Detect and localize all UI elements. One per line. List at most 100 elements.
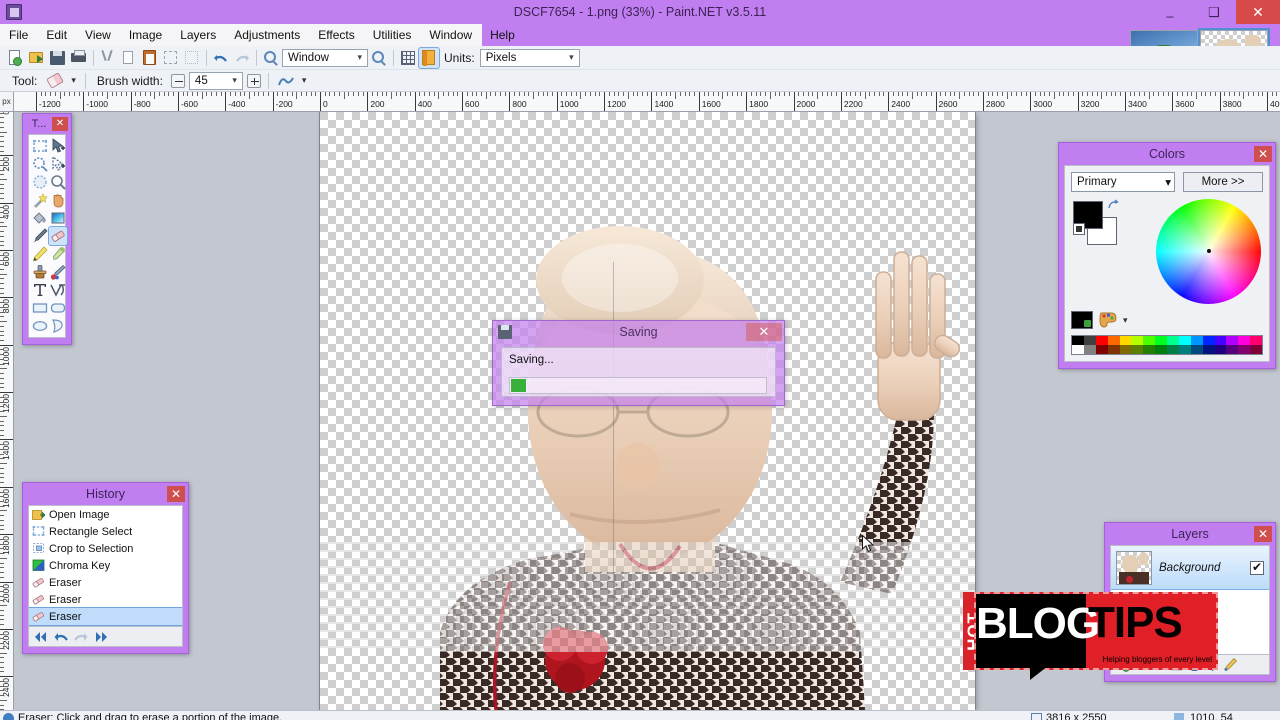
image-canvas[interactable]: [320, 112, 975, 710]
move-selection-tool[interactable]: [49, 155, 67, 173]
deselect-all-icon[interactable]: [182, 48, 202, 68]
grid-icon[interactable]: [398, 48, 418, 68]
palette-swatch[interactable]: [1250, 336, 1262, 345]
menu-item-effects[interactable]: Effects: [309, 24, 363, 46]
rectangle-shape-tool[interactable]: [31, 299, 49, 317]
zoom-out-icon[interactable]: [261, 48, 281, 68]
ellipse-select-tool[interactable]: [31, 173, 49, 191]
units-combobox[interactable]: Pixels ▾: [479, 48, 580, 67]
palette-swatch[interactable]: [1119, 345, 1132, 354]
history-item-rectangle-select[interactable]: Rectangle Select: [29, 523, 182, 540]
menu-item-help[interactable]: Help: [481, 24, 524, 46]
pencil-tool[interactable]: [31, 245, 49, 263]
gradient-tool[interactable]: [49, 209, 67, 227]
palette-swatch[interactable]: [1202, 336, 1215, 345]
eraser-tool[interactable]: [48, 226, 68, 246]
palette-swatch[interactable]: [1167, 336, 1179, 345]
palette-swatch[interactable]: [1072, 345, 1084, 354]
tools-palette-close-button[interactable]: ✕: [52, 117, 68, 131]
tools-palette[interactable]: T... ✕: [22, 113, 72, 345]
menu-item-layers[interactable]: Layers: [171, 24, 225, 46]
palette-swatch[interactable]: [1226, 345, 1239, 354]
palette-swatch[interactable]: [1202, 345, 1215, 354]
undo-button[interactable]: [54, 631, 68, 643]
palette-dropdown-caret[interactable]: ▾: [1123, 315, 1128, 326]
rulers-icon[interactable]: [418, 46, 440, 69]
palette-swatch[interactable]: [1155, 336, 1167, 345]
history-item-chroma-key[interactable]: Chroma Key: [29, 557, 182, 574]
color-palette-swatches[interactable]: [1071, 335, 1263, 355]
antialiasing-dropdown-caret[interactable]: ▾: [300, 75, 309, 86]
new-file-icon[interactable]: [6, 48, 26, 68]
lasso-select-tool[interactable]: [31, 155, 49, 173]
alpha-icon[interactable]: [1071, 311, 1093, 329]
history-item-crop-to-selection[interactable]: Crop to Selection: [29, 540, 182, 557]
palette-swatch[interactable]: [1190, 336, 1203, 345]
eraser-icon[interactable]: [45, 71, 65, 91]
zoom-tool[interactable]: [49, 173, 67, 191]
menu-item-image[interactable]: Image: [120, 24, 171, 46]
palette-swatch[interactable]: [1167, 345, 1179, 354]
recolor-tool[interactable]: [49, 263, 67, 281]
brush-width-input[interactable]: 45 ▾: [188, 71, 243, 90]
color-picker-tool[interactable]: [49, 245, 67, 263]
text-tool[interactable]: [31, 281, 49, 299]
palette-swatch[interactable]: [1143, 336, 1156, 345]
clone-stamp-tool[interactable]: [31, 263, 49, 281]
history-item-eraser-1[interactable]: Eraser: [29, 574, 182, 591]
palette-swatch[interactable]: [1214, 336, 1227, 345]
brush-width-increase-button[interactable]: [246, 73, 261, 88]
history-item-open-image[interactable]: Open Image: [29, 506, 182, 523]
tool-dropdown-caret[interactable]: ▾: [69, 75, 78, 86]
freeform-shape-tool[interactable]: [49, 317, 67, 335]
color-mode-dropdown[interactable]: Primary ▾: [1071, 172, 1175, 192]
layers-palette-close-button[interactable]: ✕: [1254, 526, 1272, 542]
paint-bucket-tool[interactable]: [31, 209, 49, 227]
palette-swatch[interactable]: [1178, 345, 1191, 354]
antialiasing-icon[interactable]: [276, 71, 296, 91]
history-palette[interactable]: History ✕ Open Image Rectangle Select Cr…: [22, 482, 189, 654]
brush-width-decrease-button[interactable]: [170, 73, 185, 88]
palette-swatch[interactable]: [1143, 345, 1156, 354]
vertical-ruler[interactable]: 0 200 400 600 800 1000 1200 1400 1600 1800 2000 220…: [0, 112, 14, 710]
history-item-eraser-3[interactable]: Eraser: [29, 607, 182, 626]
magic-wand-tool[interactable]: [31, 191, 49, 209]
maximize-button[interactable]: ❑: [1192, 0, 1236, 24]
layer-properties-button[interactable]: [1223, 657, 1238, 672]
history-list[interactable]: Open Image Rectangle Select Crop to Sele…: [28, 505, 183, 627]
rectangle-select-tool[interactable]: [31, 137, 49, 155]
line-curve-tool[interactable]: [49, 281, 67, 299]
palette-swatch[interactable]: [1178, 336, 1191, 345]
undo-icon[interactable]: [211, 48, 231, 68]
rounded-rectangle-shape-tool[interactable]: [49, 299, 67, 317]
palette-swatch[interactable]: [1083, 336, 1096, 345]
swap-colors-icon[interactable]: [1107, 199, 1119, 211]
palette-swatch[interactable]: [1214, 345, 1227, 354]
move-selected-tool[interactable]: [49, 137, 67, 155]
menu-item-edit[interactable]: Edit: [37, 24, 76, 46]
palette-swatch[interactable]: [1131, 336, 1144, 345]
history-item-eraser-2[interactable]: Eraser: [29, 591, 182, 608]
menu-item-window[interactable]: Window: [420, 24, 481, 46]
palette-swatch[interactable]: [1095, 345, 1108, 354]
palette-swatch[interactable]: [1095, 336, 1108, 345]
palette-swatch[interactable]: [1226, 336, 1239, 345]
horizontal-ruler[interactable]: -1200 -1000 -800 -600 -400 -200 0 200 400 600 800 1…: [14, 92, 1280, 112]
open-file-icon[interactable]: [27, 48, 47, 68]
colors-palette[interactable]: Colors ✕ Primary ▾ More >> ▾: [1058, 142, 1276, 369]
menu-item-utilities[interactable]: Utilities: [364, 24, 421, 46]
close-button[interactable]: ✕: [1236, 0, 1280, 24]
palette-swatch[interactable]: [1155, 345, 1167, 354]
history-palette-close-button[interactable]: ✕: [167, 486, 185, 502]
crop-to-selection-icon[interactable]: [161, 48, 181, 68]
menu-item-view[interactable]: View: [76, 24, 120, 46]
layer-row[interactable]: Background: [1111, 546, 1269, 590]
layer-visibility-checkbox[interactable]: [1250, 560, 1264, 575]
palette-swatch[interactable]: [1072, 336, 1084, 345]
palette-swatch[interactable]: [1238, 345, 1251, 354]
zoom-level-combobox[interactable]: Window ▾: [282, 48, 368, 67]
save-icon[interactable]: [48, 48, 68, 68]
minimize-button[interactable]: –: [1148, 0, 1192, 24]
redo-icon[interactable]: [232, 48, 252, 68]
pan-tool[interactable]: [49, 191, 67, 209]
